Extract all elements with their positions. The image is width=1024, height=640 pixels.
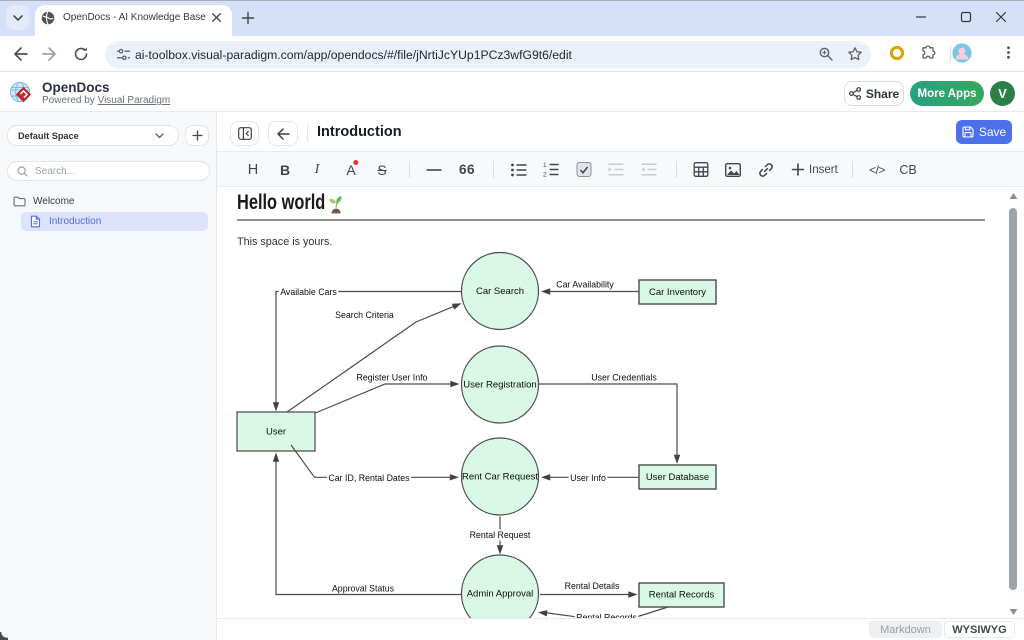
svg-text:2: 2 bbox=[543, 172, 547, 178]
svg-text:User Credentials: User Credentials bbox=[591, 373, 657, 383]
svg-text:1: 1 bbox=[543, 162, 547, 169]
svg-text:User Info: User Info bbox=[570, 473, 606, 483]
svg-text:Available Cars: Available Cars bbox=[280, 287, 337, 297]
svg-text:Car Availability: Car Availability bbox=[556, 280, 614, 290]
svg-text:Rent Car Request: Rent Car Request bbox=[462, 472, 538, 483]
svg-text:Rental Request: Rental Request bbox=[470, 530, 531, 540]
svg-text:Admin Approval: Admin Approval bbox=[467, 589, 534, 600]
svg-text:Rental Details: Rental Details bbox=[565, 581, 620, 591]
svg-text:Approval Status: Approval Status bbox=[332, 584, 395, 594]
svg-text:User Registration: User Registration bbox=[463, 380, 536, 391]
svg-text:User: User bbox=[266, 427, 286, 438]
svg-text:Rental Records: Rental Records bbox=[649, 590, 715, 601]
svg-text:Car Inventory: Car Inventory bbox=[649, 287, 706, 298]
svg-text:Search Criteria: Search Criteria bbox=[335, 310, 394, 320]
svg-text:Car ID, Rental Dates: Car ID, Rental Dates bbox=[328, 473, 410, 483]
svg-text:Register User Info: Register User Info bbox=[357, 373, 428, 383]
svg-text:User Database: User Database bbox=[646, 472, 709, 483]
svg-text:Car Search: Car Search bbox=[476, 286, 524, 297]
